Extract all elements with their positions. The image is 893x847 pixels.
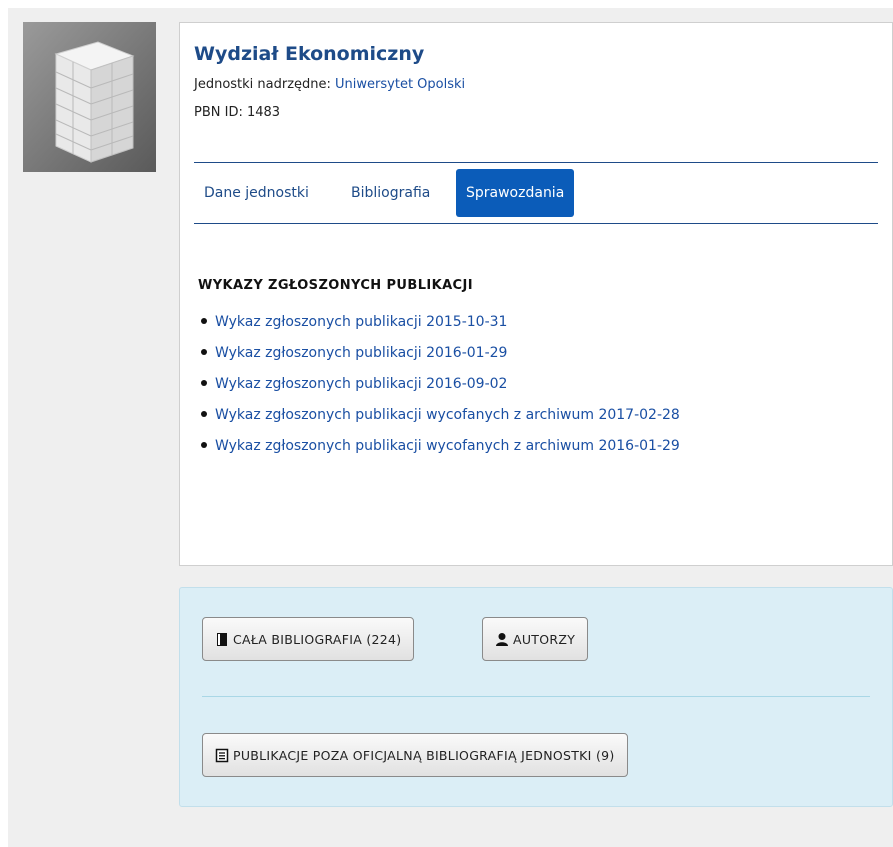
report-link[interactable]: Wykaz zgłoszonych publikacji 2016-01-29	[215, 345, 507, 361]
pbn-id-value: 1483	[246, 105, 281, 120]
unit-title: Wydział Ekonomiczny	[194, 43, 425, 65]
actions-divider	[202, 696, 870, 697]
bullet-icon	[201, 380, 207, 386]
bullet-icon	[201, 411, 207, 417]
full-bibliography-label: CAŁA BIBLIOGRAFIA (224)	[233, 631, 402, 647]
report-link[interactable]: Wykaz zgłoszonych publikacji wycofanych …	[215, 407, 680, 423]
full-bibliography-button[interactable]: CAŁA BIBLIOGRAFIA (224)	[202, 617, 415, 661]
report-list-item: Wykaz zgłoszonych publikacji wycofanych …	[198, 400, 680, 431]
list-icon	[215, 748, 229, 763]
tabs-divider-top	[194, 162, 878, 163]
report-list-item: Wykaz zgłoszonych publikacji 2016-09-02	[198, 369, 680, 400]
report-list-item: Wykaz zgłoszonych publikacji 2015-10-31	[198, 307, 680, 338]
unit-info-panel: Wydział Ekonomiczny Jednostki nadrzędne:…	[179, 22, 893, 566]
actions-panel: CAŁA BIBLIOGRAFIA (224) AUTORZY PUBLIKAC…	[179, 587, 893, 807]
parent-unit-link[interactable]: Uniwersytet Opolski	[335, 77, 465, 92]
report-list-item: Wykaz zgłoszonych publikacji 2016-01-29	[198, 338, 680, 369]
report-link[interactable]: Wykaz zgłoszonych publikacji wycofanych …	[215, 438, 680, 454]
office-building-icon	[23, 22, 156, 172]
parent-units-line: Jednostki nadrzędne: Uniwersytet Opolski	[194, 77, 465, 92]
reports-heading: WYKAZY ZGŁOSZONYCH PUBLIKACJI	[198, 278, 473, 293]
tab-reports[interactable]: Sprawozdania	[456, 169, 575, 217]
authors-label: AUTORZY	[513, 631, 576, 647]
bullet-icon	[201, 442, 207, 448]
bullet-icon	[201, 349, 207, 355]
authors-button[interactable]: AUTORZY	[482, 617, 589, 661]
pbn-id-label: PBN ID:	[194, 105, 247, 120]
reports-list: Wykaz zgłoszonych publikacji 2015-10-31 …	[198, 307, 680, 462]
bullet-icon	[201, 318, 207, 324]
outside-publications-label: PUBLIKACJE POZA OFICJALNĄ BIBLIOGRAFIĄ J…	[233, 747, 615, 763]
report-link[interactable]: Wykaz zgłoszonych publikacji 2015-10-31	[215, 314, 507, 330]
pbn-id-line: PBN ID: 1483	[194, 105, 280, 120]
tab-bibliography[interactable]: Bibliografia	[341, 169, 440, 217]
report-link[interactable]: Wykaz zgłoszonych publikacji 2016-09-02	[215, 376, 507, 392]
report-list-item: Wykaz zgłoszonych publikacji wycofanych …	[198, 431, 680, 462]
book-icon	[215, 632, 229, 647]
user-icon	[495, 632, 509, 647]
tabs-divider-bottom	[194, 223, 878, 224]
parent-units-label: Jednostki nadrzędne:	[194, 77, 336, 92]
tab-unit-data[interactable]: Dane jednostki	[194, 169, 319, 217]
outside-publications-button[interactable]: PUBLIKACJE POZA OFICJALNĄ BIBLIOGRAFIĄ J…	[202, 733, 628, 777]
